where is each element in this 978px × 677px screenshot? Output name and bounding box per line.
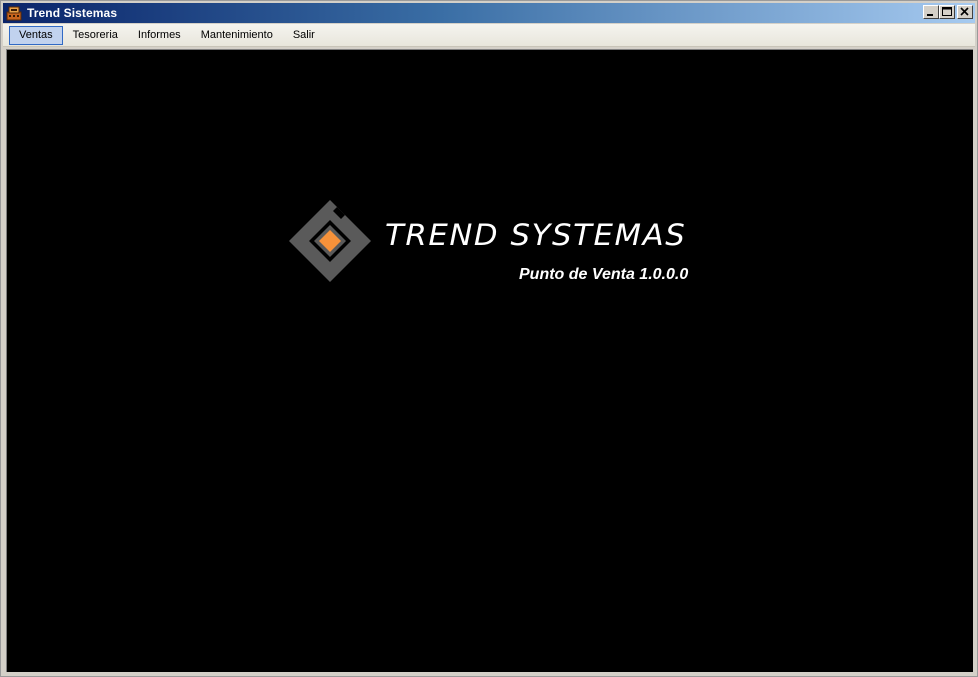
product-version: Punto de Venta 1.0.0.0: [519, 266, 689, 283]
minimize-button[interactable]: [923, 5, 939, 19]
close-icon: [960, 7, 969, 16]
menu-salir[interactable]: Salir: [283, 26, 325, 45]
app-window: Trend Sistemas Ventas Tesoreria Informes…: [0, 0, 978, 677]
menu-tesoreria[interactable]: Tesoreria: [63, 26, 128, 45]
app-register-icon[interactable]: [6, 5, 22, 21]
title-bar[interactable]: Trend Sistemas: [3, 3, 975, 23]
main-client-area: TREND SYSTEMAS Punto de Venta 1.0.0.0: [6, 49, 973, 672]
trend-diamond-logo: [287, 198, 373, 289]
menu-ventas[interactable]: Ventas: [9, 25, 63, 45]
maximize-icon: [942, 7, 952, 16]
window-title: Trend Sistemas: [27, 6, 118, 20]
menu-informes[interactable]: Informes: [128, 26, 191, 45]
brand-name: TREND SYSTEMAS: [385, 218, 687, 252]
close-button[interactable]: [957, 5, 973, 19]
window-controls: [923, 5, 973, 19]
maximize-button[interactable]: [939, 5, 955, 19]
menu-mantenimiento[interactable]: Mantenimiento: [191, 26, 283, 45]
menu-bar: Ventas Tesoreria Informes Mantenimiento …: [3, 24, 975, 47]
minimize-icon: [927, 14, 933, 16]
